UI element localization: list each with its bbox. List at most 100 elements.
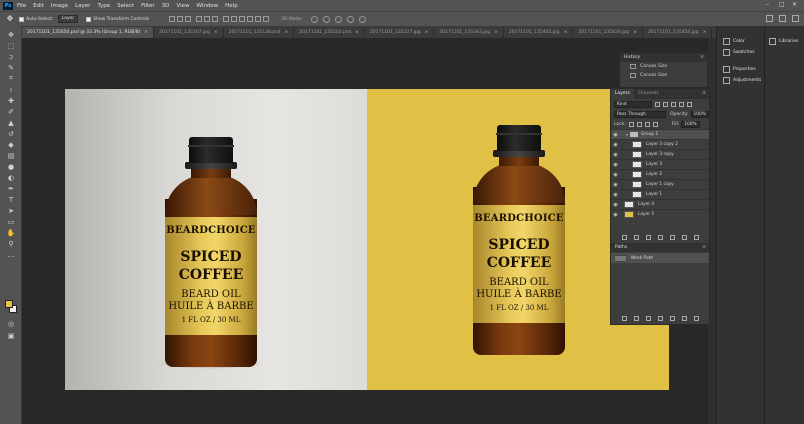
delete-path-icon[interactable] bbox=[693, 316, 699, 321]
make-path-icon[interactable] bbox=[657, 316, 663, 321]
hand-icon[interactable]: ✋ bbox=[0, 227, 22, 238]
visibility-eye-icon[interactable]: ◉ bbox=[611, 132, 620, 138]
swatches-panel-button[interactable]: Swatches bbox=[723, 49, 755, 56]
visibility-eye-icon[interactable]: ◉ bbox=[611, 152, 620, 158]
new-path-icon[interactable] bbox=[681, 316, 687, 321]
document-tab[interactable]: 20171101_135343.jpg × bbox=[434, 27, 504, 38]
document-tab[interactable]: 20171101_135050.psd @ 33.3% (Group 1, RG… bbox=[22, 27, 155, 38]
layer-style-icon[interactable] bbox=[633, 235, 639, 240]
menu-3d[interactable]: 3D bbox=[162, 3, 170, 9]
document-tab[interactable]: 20171101_135227.jpg × bbox=[365, 27, 435, 38]
document-canvas[interactable]: BEARDCHOICE SPICED COFFEE BEARD OIL HUIL… bbox=[65, 89, 669, 390]
quick-select-icon[interactable]: ✎ bbox=[0, 62, 22, 73]
tab-channels[interactable]: Channels bbox=[634, 89, 663, 99]
layer-row[interactable]: ◉ Layer 1 bbox=[611, 189, 709, 199]
history-item[interactable]: Canvas Size bbox=[620, 71, 707, 80]
close-tab-icon[interactable]: × bbox=[355, 30, 359, 35]
3d-scale-icon[interactable] bbox=[358, 15, 366, 23]
close-tab-icon[interactable]: × bbox=[214, 30, 218, 35]
filter-smart-icon[interactable] bbox=[687, 101, 692, 107]
document-tab[interactable]: 20171101_135426.jpg × bbox=[573, 27, 643, 38]
visibility-eye-icon[interactable]: ◉ bbox=[611, 202, 620, 208]
filter-shape-icon[interactable] bbox=[679, 101, 684, 107]
layer-row[interactable]: ◉ Layer 2 bbox=[611, 169, 709, 179]
3d-orbit-icon[interactable] bbox=[310, 15, 318, 23]
document-tab[interactable]: 20171101_135454.jpg × bbox=[643, 27, 713, 38]
properties-panel-button[interactable]: Properties bbox=[723, 66, 756, 73]
align-center-icon[interactable] bbox=[204, 16, 211, 22]
close-tab-icon[interactable]: × bbox=[494, 30, 498, 35]
lock-paint-icon[interactable] bbox=[636, 121, 642, 127]
gradient-icon[interactable]: ▤ bbox=[0, 150, 22, 161]
stroke-path-icon[interactable] bbox=[633, 316, 639, 321]
auto-select-target-dropdown[interactable]: Layer bbox=[57, 15, 79, 23]
history-brush-icon[interactable]: ↺ bbox=[0, 128, 22, 139]
3d-drag-icon[interactable] bbox=[334, 15, 342, 23]
new-layer-icon[interactable] bbox=[681, 235, 687, 240]
filter-pixel-icon[interactable] bbox=[655, 101, 660, 107]
close-tab-icon[interactable]: × bbox=[144, 30, 148, 35]
layer-row[interactable]: ◉ Layer 3 bbox=[611, 159, 709, 169]
visibility-eye-icon[interactable]: ◉ bbox=[611, 212, 620, 218]
close-tab-icon[interactable]: × bbox=[564, 30, 568, 35]
align-bottom-icon[interactable] bbox=[185, 16, 192, 22]
menu-type[interactable]: Type bbox=[97, 3, 110, 9]
zoom-icon[interactable]: ⚲ bbox=[0, 238, 22, 249]
adjustment-layer-icon[interactable] bbox=[657, 235, 663, 240]
color-panel-button[interactable]: Color bbox=[723, 38, 745, 45]
fill-input[interactable]: 100% bbox=[681, 120, 700, 128]
document-tab[interactable]: 20171101_135202.psd × bbox=[294, 27, 365, 38]
close-tab-icon[interactable]: × bbox=[425, 30, 429, 35]
visibility-eye-icon[interactable]: ◉ bbox=[611, 192, 620, 198]
menu-file[interactable]: File bbox=[17, 3, 26, 9]
visibility-eye-icon[interactable]: ◉ bbox=[611, 182, 620, 188]
distribute-middle-icon[interactable] bbox=[231, 16, 238, 22]
pen-icon[interactable]: ✒ bbox=[0, 183, 22, 194]
eraser-icon[interactable]: ◆ bbox=[0, 139, 22, 150]
path-row[interactable]: Work Path bbox=[611, 253, 709, 263]
quick-mask-icon[interactable]: ◎ bbox=[0, 318, 22, 329]
menu-edit[interactable]: Edit bbox=[33, 3, 44, 9]
new-group-icon[interactable] bbox=[669, 235, 675, 240]
menu-view[interactable]: View bbox=[176, 3, 189, 9]
filter-type-icon[interactable] bbox=[671, 101, 676, 107]
workspace-switcher-icon[interactable] bbox=[779, 15, 786, 22]
layer-group-row[interactable]: ◉ ▾ Group 1 bbox=[611, 129, 709, 139]
panel-menu-icon[interactable]: ≡ bbox=[702, 89, 706, 99]
lasso-icon[interactable]: ↄ bbox=[0, 51, 22, 62]
distribute-center-icon[interactable] bbox=[255, 16, 262, 22]
link-layers-icon[interactable] bbox=[621, 235, 627, 240]
menu-help[interactable]: Help bbox=[225, 3, 238, 9]
brush-icon[interactable]: ✐ bbox=[0, 106, 22, 117]
menu-image[interactable]: Image bbox=[51, 3, 68, 9]
filter-kind-dropdown[interactable]: Kind bbox=[614, 100, 652, 108]
eyedropper-icon[interactable]: ı bbox=[0, 84, 22, 95]
search-icon[interactable] bbox=[766, 15, 773, 22]
menu-window[interactable]: Window bbox=[196, 3, 218, 9]
healing-icon[interactable]: ✚ bbox=[0, 95, 22, 106]
menu-select[interactable]: Select bbox=[117, 3, 134, 9]
distribute-top-icon[interactable] bbox=[223, 16, 230, 22]
crop-icon[interactable]: ⌗ bbox=[0, 73, 22, 84]
foreground-color-swatch[interactable] bbox=[5, 300, 13, 308]
panel-menu-icon[interactable]: ≡ bbox=[702, 243, 706, 252]
document-tab[interactable]: 20171101_135138.psd × bbox=[224, 27, 295, 38]
visibility-eye-icon[interactable]: ◉ bbox=[611, 162, 620, 168]
align-middle-icon[interactable] bbox=[177, 16, 184, 22]
close-tab-icon[interactable]: × bbox=[703, 30, 707, 35]
visibility-eye-icon[interactable]: ◉ bbox=[611, 142, 620, 148]
type-icon[interactable]: T bbox=[0, 194, 22, 205]
shape-icon[interactable]: ▭ bbox=[0, 216, 22, 227]
opacity-input[interactable]: 100% bbox=[690, 110, 709, 118]
show-transform-checkbox[interactable] bbox=[86, 16, 92, 22]
blend-mode-dropdown[interactable]: Pass Through bbox=[614, 110, 666, 118]
distribute-left-icon[interactable] bbox=[247, 16, 254, 22]
blur-icon[interactable]: ● bbox=[0, 161, 22, 172]
lock-pixels-icon[interactable] bbox=[628, 121, 634, 127]
filter-adjust-icon[interactable] bbox=[663, 101, 668, 107]
layer-row[interactable]: ◉ Layer 4 bbox=[611, 199, 709, 209]
layer-row[interactable]: ◉ Layer 3 copy 2 bbox=[611, 139, 709, 149]
distribute-right-icon[interactable] bbox=[263, 16, 270, 22]
fill-path-icon[interactable] bbox=[621, 316, 627, 321]
align-left-icon[interactable] bbox=[196, 16, 203, 22]
